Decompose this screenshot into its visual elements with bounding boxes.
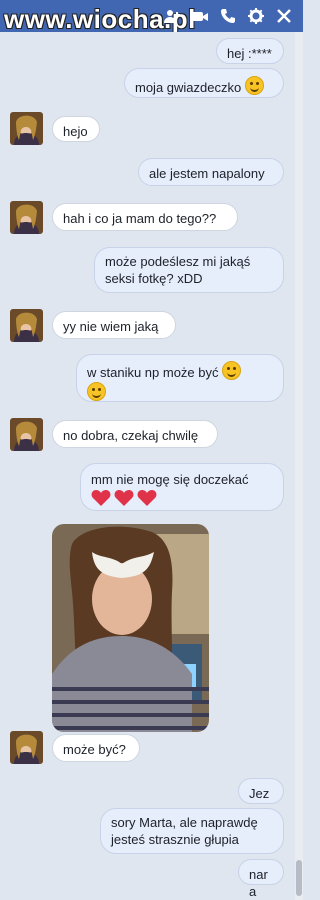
heart-icon	[114, 490, 134, 506]
gear-icon[interactable]	[247, 7, 265, 25]
avatar[interactable]	[10, 731, 43, 764]
video-camera-icon[interactable]	[191, 7, 209, 25]
scrollbar[interactable]	[295, 32, 303, 900]
message-incoming: yy nie wiem jaką	[52, 311, 176, 339]
message-incoming: może być?	[52, 734, 140, 762]
message-outgoing: mm nie mogę się doczekać	[80, 463, 284, 511]
message-outgoing: Jezu	[238, 778, 284, 818]
kissing-face-icon	[244, 76, 264, 95]
heart-icon	[91, 490, 111, 506]
close-icon[interactable]	[275, 7, 293, 25]
grinning-face-icon	[87, 382, 106, 401]
message-incoming: hah i co ja mam do tego??	[52, 203, 238, 231]
heart-icon	[137, 490, 157, 506]
message-outgoing: hej :****	[216, 38, 284, 64]
avatar[interactable]	[10, 418, 43, 451]
add-people-icon[interactable]	[163, 7, 181, 25]
shared-photo[interactable]	[52, 524, 209, 732]
header-actions	[163, 7, 293, 25]
message-outgoing: sory Marta, ale naprawdę jesteś straszni…	[100, 808, 284, 854]
message-outgoing: nara	[238, 859, 284, 899]
avatar[interactable]	[10, 201, 43, 234]
avatar[interactable]	[10, 309, 43, 342]
message-outgoing: może podeślesz mi jakąś seksi fotkę? xDD	[94, 247, 284, 293]
avatar[interactable]	[10, 112, 43, 145]
scrollbar-thumb[interactable]	[296, 860, 302, 896]
phone-icon[interactable]	[219, 7, 237, 25]
message-incoming: hejo	[52, 116, 100, 142]
message-outgoing: ale jestem napalony	[138, 158, 284, 186]
message-outgoing: moja gwiazdeczko	[124, 68, 284, 98]
message-outgoing: w staniku np może być	[76, 354, 284, 402]
chat-header: www.wiocha.pl	[0, 0, 303, 34]
message-incoming: no dobra, czekaj chwilę	[52, 420, 218, 448]
grinning-face-icon	[222, 361, 242, 380]
